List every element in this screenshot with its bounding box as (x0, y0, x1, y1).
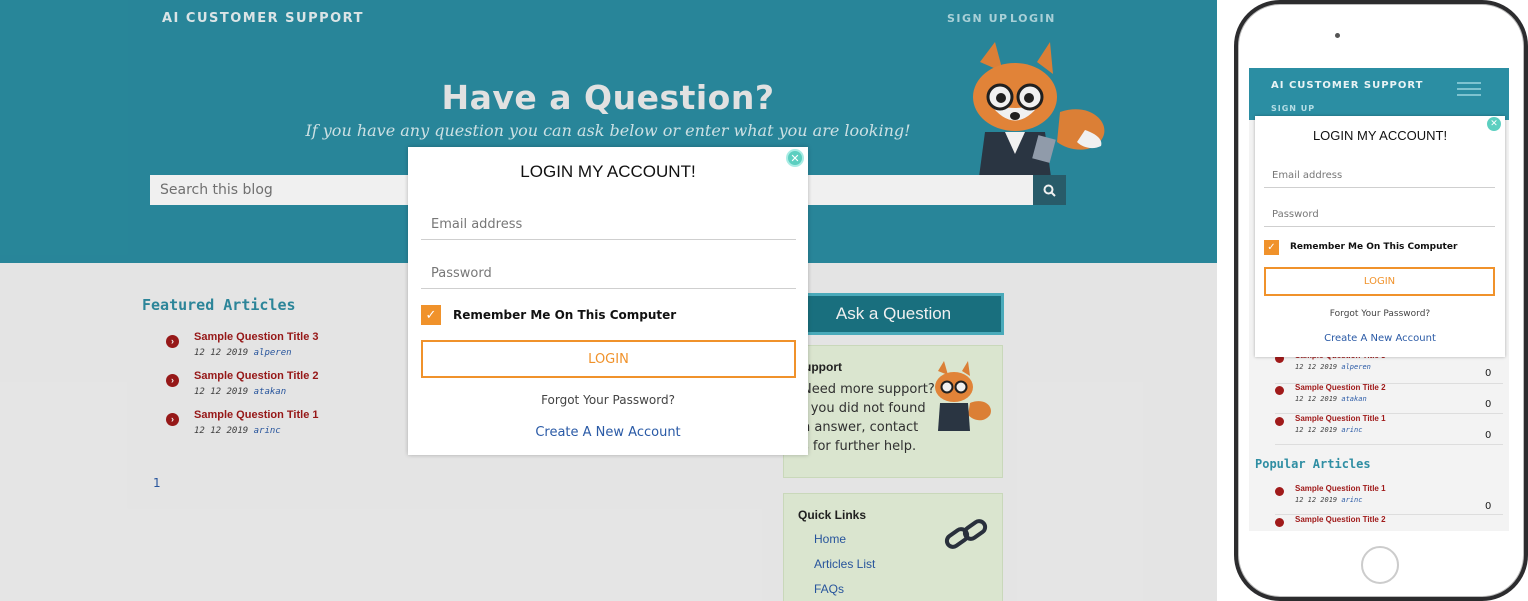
mobile-question-meta: 12 12 2019 arinc (1295, 496, 1362, 504)
checkmark-icon: ✓ (1267, 242, 1276, 253)
mobile-question-meta: 12 12 2019 alperen (1295, 363, 1371, 371)
login-modal: LOGIN MY ACCOUNT! ✕ Email address Passwo… (408, 147, 808, 455)
mobile-vote-count: 0 (1485, 501, 1492, 512)
create-account-link[interactable]: Create A New Account (408, 425, 808, 440)
mobile-question-title[interactable]: Sample Question Title 2 (1295, 515, 1386, 524)
phone-camera (1335, 33, 1340, 38)
mobile-remember-checkbox[interactable]: ✓ (1264, 240, 1279, 255)
mobile-question-author[interactable]: atakan (1341, 395, 1366, 403)
mobile-create-account-link[interactable]: Create A New Account (1255, 333, 1505, 344)
checkmark-icon: ✓ (425, 307, 437, 323)
mobile-logo[interactable]: AI CUSTOMER SUPPORT (1271, 80, 1423, 91)
mobile-question-author[interactable]: arinc (1341, 496, 1362, 504)
mobile-question-date: 12 12 2019 (1295, 496, 1338, 504)
mobile-question-title[interactable]: Sample Question Title 2 (1295, 383, 1386, 392)
mobile-email-field[interactable]: Email address (1264, 164, 1495, 188)
close-icon[interactable]: ✕ (1487, 117, 1501, 131)
popular-articles-title: Popular Articles (1255, 457, 1371, 471)
chevron-right-icon (1275, 386, 1284, 395)
mobile-remember-label[interactable]: Remember Me On This Computer (1290, 242, 1457, 252)
mobile-question-author[interactable]: alperen (1341, 363, 1371, 371)
mobile-question-date: 12 12 2019 (1295, 395, 1338, 403)
mobile-question-date: 12 12 2019 (1295, 426, 1338, 434)
close-icon[interactable]: ✕ (786, 149, 804, 167)
hamburger-menu-icon[interactable] (1457, 78, 1481, 96)
phone-home-button[interactable] (1361, 546, 1399, 584)
mobile-screen: AI CUSTOMER SUPPORT SIGN UP Sample Quest… (1249, 68, 1509, 531)
mobile-vote-count: 0 (1485, 430, 1492, 441)
mobile-login-button[interactable]: LOGIN (1264, 267, 1495, 296)
mobile-question-author[interactable]: arinc (1341, 426, 1362, 434)
mobile-forgot-password-link[interactable]: Forgot Your Password? (1255, 309, 1505, 319)
mobile-header: AI CUSTOMER SUPPORT SIGN UP (1249, 68, 1509, 120)
divider (1275, 444, 1503, 445)
remember-label[interactable]: Remember Me On This Computer (453, 308, 676, 322)
chevron-right-icon (1275, 417, 1284, 426)
forgot-password-link[interactable]: Forgot Your Password? (408, 393, 808, 407)
mobile-question-date: 12 12 2019 (1295, 363, 1338, 371)
mobile-question-title[interactable]: Sample Question Title 1 (1295, 484, 1386, 493)
mobile-modal-title: LOGIN MY ACCOUNT! (1312, 128, 1448, 143)
mobile-vote-count: 0 (1485, 368, 1492, 379)
screenshot-stage: AI CUSTOMER SUPPORT SIGN UP LOGIN Have a… (0, 0, 1528, 601)
login-button[interactable]: LOGIN (421, 340, 796, 378)
mobile-vote-count: 0 (1485, 399, 1492, 410)
mobile-question-meta: 12 12 2019 atakan (1295, 395, 1367, 403)
desktop-view: AI CUSTOMER SUPPORT SIGN UP LOGIN Have a… (0, 0, 1217, 601)
modal-title: LOGIN MY ACCOUNT! (520, 162, 696, 181)
chevron-right-icon (1275, 518, 1284, 527)
mobile-signup-link[interactable]: SIGN UP (1271, 104, 1315, 113)
password-field[interactable]: Password (421, 259, 796, 289)
mobile-question-title[interactable]: Sample Question Title 1 (1295, 414, 1386, 423)
mobile-login-modal: LOGIN MY ACCOUNT! ✕ Email address Passwo… (1255, 116, 1505, 357)
remember-checkbox[interactable]: ✓ (421, 305, 441, 325)
email-field[interactable]: Email address (421, 210, 796, 240)
chevron-right-icon (1275, 487, 1284, 496)
mobile-password-field[interactable]: Password (1264, 203, 1495, 227)
mobile-question-meta: 12 12 2019 arinc (1295, 426, 1362, 434)
